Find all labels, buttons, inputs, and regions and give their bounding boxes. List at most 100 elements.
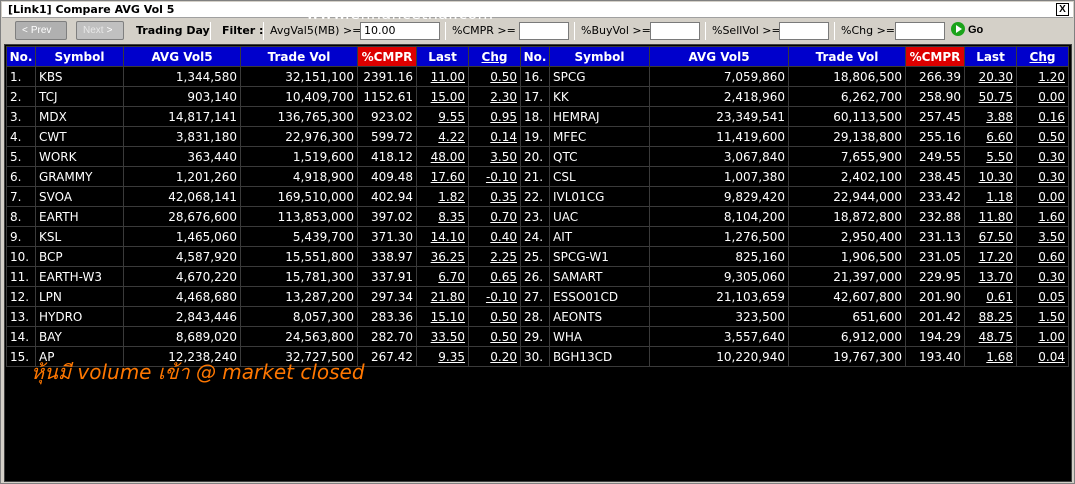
col-header-chg[interactable]: Chg — [1016, 46, 1069, 67]
col-header-no[interactable]: No. — [6, 46, 36, 67]
table-row[interactable]: 14. BAY 8,689,020 24,563,800 282.70 33.50 0.50… — [6, 326, 1069, 347]
col-header-cmpr[interactable]: %CMPR — [905, 46, 965, 67]
col-header-last[interactable]: Last — [416, 46, 469, 67]
last-price-link[interactable]: 88.25 — [964, 306, 1017, 327]
last-price-link[interactable]: 17.20 — [964, 246, 1017, 267]
change-link[interactable]: 0.50 — [468, 306, 521, 327]
symbol-cell[interactable]: AIT — [549, 226, 650, 247]
symbol-cell[interactable]: WHA — [549, 326, 650, 347]
change-link[interactable]: 0.30 — [1016, 146, 1069, 167]
symbol-cell[interactable]: BGH13CD — [549, 346, 650, 367]
col-header-tradevol[interactable]: Trade Vol — [240, 46, 358, 67]
table-row[interactable]: 13. HYDRO 2,843,446 8,057,300 283.36 15.10 0.5… — [6, 306, 1069, 327]
last-price-link[interactable]: 11.00 — [416, 66, 469, 87]
change-link[interactable]: 2.25 — [468, 246, 521, 267]
table-row[interactable]: 10. BCP 4,587,920 15,551,800 338.97 36.25 2.25… — [6, 246, 1069, 267]
change-link[interactable]: 0.40 — [468, 226, 521, 247]
close-icon[interactable]: X — [1056, 3, 1069, 16]
change-link[interactable]: 3.50 — [1016, 226, 1069, 247]
last-price-link[interactable]: 8.35 — [416, 206, 469, 227]
symbol-cell[interactable]: ESSO01CD — [549, 286, 650, 307]
symbol-cell[interactable]: BAY — [35, 326, 124, 347]
last-price-link[interactable]: 20.30 — [964, 66, 1017, 87]
last-price-link[interactable]: 15.00 — [416, 86, 469, 107]
symbol-cell[interactable]: GRAMMY — [35, 166, 124, 187]
last-price-link[interactable]: 10.30 — [964, 166, 1017, 187]
last-price-link[interactable]: 9.55 — [416, 106, 469, 127]
change-link[interactable]: 0.70 — [468, 206, 521, 227]
table-row[interactable]: 1. KBS 1,344,580 32,151,100 2391.16 11.00 0.50… — [6, 66, 1069, 87]
table-row[interactable]: 7. SVOA 42,068,141 169,510,000 402.94 1.82 0.3… — [6, 186, 1069, 207]
last-price-link[interactable]: 3.88 — [964, 106, 1017, 127]
last-price-link[interactable]: 0.61 — [964, 286, 1017, 307]
last-price-link[interactable]: 1.68 — [964, 346, 1017, 367]
symbol-cell[interactable]: QTC — [549, 146, 650, 167]
change-link[interactable]: 0.04 — [1016, 346, 1069, 367]
symbol-cell[interactable]: AEONTS — [549, 306, 650, 327]
last-price-link[interactable]: 50.75 — [964, 86, 1017, 107]
change-link[interactable]: 0.20 — [468, 346, 521, 367]
last-price-link[interactable]: 48.75 — [964, 326, 1017, 347]
change-link[interactable]: 0.50 — [468, 66, 521, 87]
symbol-cell[interactable]: IVL01CG — [549, 186, 650, 207]
last-price-link[interactable]: 9.35 — [416, 346, 469, 367]
last-price-link[interactable]: 1.18 — [964, 186, 1017, 207]
change-link[interactable]: 0.35 — [468, 186, 521, 207]
change-link[interactable]: -0.10 — [468, 166, 521, 187]
change-link[interactable]: 0.14 — [468, 126, 521, 147]
last-price-link[interactable]: 15.10 — [416, 306, 469, 327]
symbol-cell[interactable]: MFEC — [549, 126, 650, 147]
trading-day-label[interactable]: Trading Day — [136, 24, 210, 37]
change-link[interactable]: 1.60 — [1016, 206, 1069, 227]
change-link[interactable]: 0.60 — [1016, 246, 1069, 267]
table-row[interactable]: 4. CWT 3,831,180 22,976,300 599.72 4.22 0.14 19… — [6, 126, 1069, 147]
sellvol-filter-input[interactable] — [779, 22, 829, 40]
change-link[interactable]: -0.10 — [468, 286, 521, 307]
table-row[interactable]: 9. KSL 1,465,060 5,439,700 371.30 14.10 0.40 24… — [6, 226, 1069, 247]
symbol-cell[interactable]: MDX — [35, 106, 124, 127]
change-link[interactable]: 0.65 — [468, 266, 521, 287]
col-header-avgvol[interactable]: AVG Vol5 — [649, 46, 789, 67]
col-header-tradevol[interactable]: Trade Vol — [788, 46, 906, 67]
last-price-link[interactable]: 1.82 — [416, 186, 469, 207]
symbol-cell[interactable]: TCJ — [35, 86, 124, 107]
change-link[interactable]: 0.00 — [1016, 86, 1069, 107]
symbol-cell[interactable]: BCP — [35, 246, 124, 267]
symbol-cell[interactable]: UAC — [549, 206, 650, 227]
change-link[interactable]: 0.30 — [1016, 166, 1069, 187]
change-link[interactable]: 0.50 — [468, 326, 521, 347]
change-link[interactable]: 2.30 — [468, 86, 521, 107]
symbol-cell[interactable]: KBS — [35, 66, 124, 87]
col-header-last[interactable]: Last — [964, 46, 1017, 67]
buyvol-filter-input[interactable] — [650, 22, 700, 40]
table-row[interactable]: 8. EARTH 28,676,600 113,853,000 397.02 8.35 0.… — [6, 206, 1069, 227]
last-price-link[interactable]: 21.80 — [416, 286, 469, 307]
change-link[interactable]: 0.16 — [1016, 106, 1069, 127]
symbol-cell[interactable]: CWT — [35, 126, 124, 147]
symbol-cell[interactable]: SPCG-W1 — [549, 246, 650, 267]
col-header-no[interactable]: No. — [520, 46, 550, 67]
change-link[interactable]: 0.00 — [1016, 186, 1069, 207]
symbol-cell[interactable]: EARTH-W3 — [35, 266, 124, 287]
col-header-chg[interactable]: Chg — [468, 46, 521, 67]
last-price-link[interactable]: 67.50 — [964, 226, 1017, 247]
col-header-symbol[interactable]: Symbol — [549, 46, 650, 67]
last-price-link[interactable]: 17.60 — [416, 166, 469, 187]
col-header-symbol[interactable]: Symbol — [35, 46, 124, 67]
change-link[interactable]: 0.30 — [1016, 266, 1069, 287]
table-row[interactable]: 12. LPN 4,468,680 13,287,200 297.34 21.80 -0.1… — [6, 286, 1069, 307]
table-row[interactable]: 11. EARTH-W3 4,670,220 15,781,300 337.91 6.70… — [6, 266, 1069, 287]
table-row[interactable]: 2. TCJ 903,140 10,409,700 1152.61 15.00 2.30 17… — [6, 86, 1069, 107]
change-link[interactable]: 0.95 — [468, 106, 521, 127]
change-link[interactable]: 1.20 — [1016, 66, 1069, 87]
next-button[interactable]: Next > — [76, 21, 124, 40]
col-header-cmpr[interactable]: %CMPR — [357, 46, 417, 67]
last-price-link[interactable]: 11.80 — [964, 206, 1017, 227]
symbol-cell[interactable]: WORK — [35, 146, 124, 167]
go-button[interactable]: Go — [951, 21, 993, 40]
symbol-cell[interactable]: SAMART — [549, 266, 650, 287]
last-price-link[interactable]: 6.60 — [964, 126, 1017, 147]
last-price-link[interactable]: 14.10 — [416, 226, 469, 247]
chg-filter-input[interactable] — [895, 22, 945, 40]
symbol-cell[interactable]: KK — [549, 86, 650, 107]
